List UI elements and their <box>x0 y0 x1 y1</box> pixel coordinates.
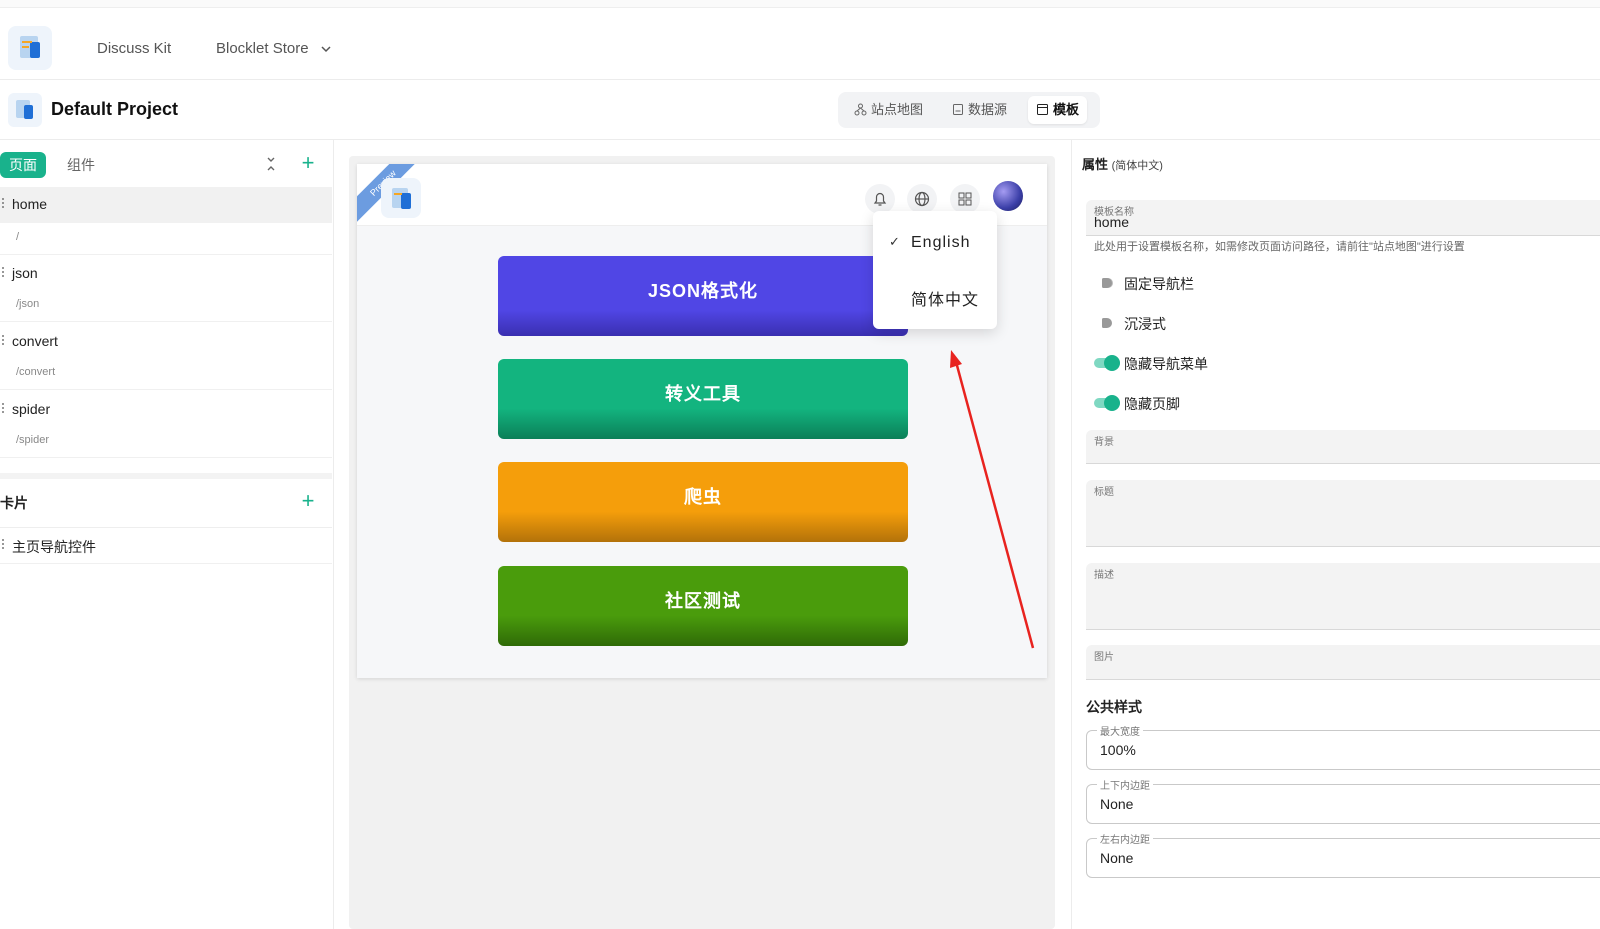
section-divider <box>0 473 332 479</box>
bell-icon[interactable] <box>865 184 895 214</box>
page-item-convert[interactable]: convert <box>0 324 332 360</box>
community-test-button[interactable]: 社区测试 <box>498 566 908 646</box>
max-width-field[interactable]: 最大宽度 100% <box>1086 723 1600 770</box>
project-logo <box>8 93 42 127</box>
escape-tool-button[interactable]: 转义工具 <box>498 359 908 439</box>
top-nav: Discuss Kit Blocklet Store <box>0 18 1600 80</box>
chevron-down-icon[interactable] <box>320 44 332 54</box>
add-page-icon[interactable]: + <box>298 152 318 174</box>
tab-components[interactable]: 组件 <box>58 152 104 178</box>
globe-icon[interactable] <box>907 184 937 214</box>
sitemap-icon <box>854 103 867 116</box>
cards-header: 卡片 <box>0 495 28 511</box>
page-path: / <box>0 223 332 255</box>
bookmarks-bar <box>0 0 1600 8</box>
avatar[interactable] <box>993 181 1023 211</box>
database-icon <box>953 104 963 115</box>
pages-panel: 页面 组件 + home / json /json convert /conve… <box>0 140 334 929</box>
tab-datasource[interactable]: 数据源 <box>944 96 1015 124</box>
view-switcher: 站点地图 数据源 模板 <box>838 92 1100 128</box>
page-item-home[interactable]: home <box>0 187 332 223</box>
template-icon <box>1037 104 1048 115</box>
project-bar: Default Project 站点地图 数据源 模板 <box>0 80 1600 140</box>
properties-title: 属性 (简体中文) <box>1082 157 1163 172</box>
language-menu: ✓ English 简体中文 <box>873 211 997 329</box>
spider-button[interactable]: 爬虫 <box>498 462 908 542</box>
apps-grid-icon[interactable] <box>950 184 980 214</box>
tab-sitemap[interactable]: 站点地图 <box>846 96 931 124</box>
horizontal-padding-field[interactable]: 左右内边距 None <box>1086 831 1600 878</box>
project-title: Default Project <box>51 99 179 119</box>
page-path: /convert <box>0 358 332 390</box>
menu-item-english[interactable]: English <box>911 234 970 252</box>
add-card-icon[interactable]: + <box>298 490 318 512</box>
public-style-heading: 公共样式 <box>1086 699 1142 715</box>
title-field[interactable]: 标题 <box>1086 480 1600 547</box>
image-field[interactable]: 图片 <box>1086 645 1600 680</box>
vertical-padding-field[interactable]: 上下内边距 None <box>1086 777 1600 824</box>
menu-item-chinese[interactable]: 简体中文 <box>911 286 979 310</box>
preview-logo <box>381 178 421 218</box>
page-item-json[interactable]: json <box>0 256 332 292</box>
collapse-icon[interactable] <box>265 156 277 172</box>
app-logo[interactable] <box>8 26 52 70</box>
card-item[interactable]: 主页导航控件 <box>0 528 332 564</box>
json-format-button[interactable]: JSON格式化 <box>498 256 908 336</box>
check-icon: ✓ <box>889 234 900 249</box>
template-name-field[interactable]: 模板名称 home <box>1086 200 1600 236</box>
properties-panel: 属性 (简体中文) 模板名称 home 此处用于设置模板名称，如需修改页面访问路… <box>1071 140 1600 929</box>
tab-pages[interactable]: 页面 <box>0 152 46 178</box>
page-path: /spider <box>0 426 332 458</box>
nav-discuss-kit[interactable]: Discuss Kit <box>97 40 171 57</box>
description-field[interactable]: 描述 <box>1086 563 1600 630</box>
nav-blocklet-store[interactable]: Blocklet Store <box>216 40 309 57</box>
page-path: /json <box>0 290 332 322</box>
background-field[interactable]: 背景 <box>1086 430 1600 464</box>
tab-template[interactable]: 模板 <box>1028 96 1088 124</box>
template-name-hint: 此处用于设置模板名称，如需修改页面访问路径，请前往"站点地图"进行设置 <box>1094 241 1465 253</box>
page-item-spider[interactable]: spider <box>0 392 332 428</box>
